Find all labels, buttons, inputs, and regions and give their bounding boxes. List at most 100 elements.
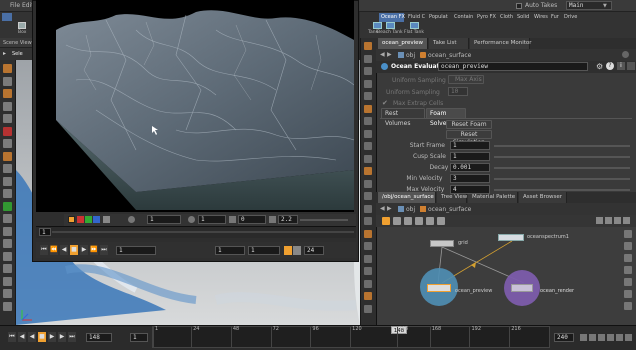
left-tool-19-icon[interactable]	[3, 301, 12, 311]
pane-tab-0[interactable]: ocean_preview	[378, 38, 428, 49]
left-tool-15-icon[interactable]	[3, 251, 12, 261]
left-tool-18-icon[interactable]	[3, 289, 12, 298]
network-tool-0-icon[interactable]	[382, 217, 390, 225]
param-slider-4[interactable]	[494, 189, 630, 191]
flipbook-end-field[interactable]: 24	[304, 246, 324, 255]
zoom-slider[interactable]	[300, 219, 348, 221]
network-view-0-icon[interactable]	[596, 217, 603, 224]
network-side-3-icon[interactable]	[624, 266, 632, 274]
right-tool-8-icon[interactable]	[364, 142, 372, 150]
param-field-0[interactable]: 1	[450, 141, 490, 150]
shelf-tab-4[interactable]: Pyro FX	[475, 13, 497, 22]
shelf-tab-2[interactable]: Populat	[427, 13, 451, 22]
param-field-3[interactable]: 3	[450, 174, 490, 183]
timeline-play-0-icon[interactable]: ⏮	[8, 332, 16, 342]
shelf-tab-8[interactable]: Fur	[549, 13, 561, 22]
grid-node[interactable]	[430, 240, 454, 247]
flipbook-play-field-2[interactable]: 1	[215, 246, 245, 255]
shelf-tool-beach-tank[interactable]: Beach Tank	[377, 22, 403, 36]
timeline-start-field[interactable]: 148	[86, 333, 112, 342]
flipbook-play-2-icon[interactable]: ◀	[60, 245, 68, 255]
right-tool-19-icon[interactable]	[364, 279, 372, 288]
flipbook-play-1-icon[interactable]: ⏪	[50, 245, 58, 255]
right-tool-14-icon[interactable]	[364, 217, 372, 225]
menu-file[interactable]: File	[10, 2, 20, 9]
channel-icon[interactable]	[103, 216, 110, 223]
uniform-sampling2-field[interactable]: 10	[448, 87, 468, 96]
expand-icon[interactable]	[627, 62, 635, 70]
path-node[interactable]: ocean_surface	[428, 52, 471, 59]
ocean-render-node[interactable]	[511, 284, 533, 292]
flipbook-play-field-1[interactable]: 1	[116, 246, 156, 255]
net-forward-icon[interactable]: ▶	[387, 205, 392, 212]
shelf-tab-0[interactable]: Ocean FX	[379, 13, 405, 22]
param-slider-3[interactable]	[494, 178, 630, 180]
subtab-rest-volumes[interactable]: Rest Volumes	[381, 108, 425, 127]
pin-icon[interactable]	[622, 51, 629, 58]
left-tool-2-icon[interactable]	[3, 89, 12, 98]
network-tool-5-icon[interactable]	[437, 217, 445, 225]
left-tool-16-icon[interactable]	[3, 264, 12, 273]
right-tool-6-icon[interactable]	[364, 117, 372, 125]
timeline-play-6-icon[interactable]: ⏭	[68, 332, 76, 342]
reset-foam-button[interactable]: Reset Foam	[446, 120, 492, 129]
left-tool-5-icon[interactable]	[3, 126, 12, 136]
right-tool-11-icon[interactable]	[364, 179, 372, 188]
right-tool-4-icon[interactable]	[364, 92, 372, 100]
color-swatch-blue[interactable]	[93, 216, 100, 223]
box-icon[interactable]	[18, 22, 26, 29]
timeline-end-field[interactable]: 240	[554, 333, 574, 342]
net-back-icon[interactable]: ◀	[380, 205, 385, 212]
right-tool-21-icon[interactable]	[364, 304, 372, 313]
timeline-play-2-icon[interactable]: ◀	[28, 332, 36, 342]
max-axis-button[interactable]: Max Axis	[448, 75, 484, 84]
left-tool-14-icon[interactable]	[3, 239, 12, 248]
param-field-1[interactable]: 1	[450, 152, 490, 161]
flipbook-field-3[interactable]: 0	[238, 215, 266, 224]
network-side-2-icon[interactable]	[624, 254, 632, 262]
left-tool-8-icon[interactable]	[3, 164, 12, 173]
flipbook-play-5-icon[interactable]: ⏩	[90, 245, 98, 255]
network-tool-1-icon[interactable]	[393, 217, 401, 225]
subtab-foam-solver[interactable]: Foam Solver	[426, 108, 466, 127]
timeline-play-3-icon[interactable]: ■	[38, 332, 46, 342]
right-tool-16-icon[interactable]	[364, 242, 372, 250]
network-side-0-icon[interactable]	[624, 230, 632, 238]
flipbook-play-6-icon[interactable]: ⏭	[100, 245, 108, 255]
info-icon[interactable]: i	[617, 62, 625, 70]
menu-arrow-icon[interactable]: ▸	[3, 50, 6, 57]
shelf-tab-5[interactable]: Cloth	[498, 13, 514, 22]
exposure-icon[interactable]	[188, 216, 195, 223]
timeline-play-4-icon[interactable]: ▶	[48, 332, 56, 342]
network-view-2-icon[interactable]	[614, 217, 621, 224]
param-slider-1[interactable]	[494, 156, 630, 158]
right-tool-0-icon[interactable]	[364, 42, 372, 50]
param-slider-2[interactable]	[494, 167, 630, 169]
shelf-tab-1[interactable]: Fluid C	[406, 13, 426, 22]
left-tool-12-icon[interactable]	[3, 214, 12, 223]
network-side-1-icon[interactable]	[624, 242, 632, 250]
left-tool-9-icon[interactable]	[3, 176, 12, 186]
right-tool-20-icon[interactable]	[364, 292, 372, 300]
shelf-tab-6[interactable]: Solid	[515, 13, 531, 22]
network-tool-2-icon[interactable]	[404, 217, 412, 225]
color-swatch-green[interactable]	[85, 216, 92, 223]
timeline-tool-3-icon[interactable]	[607, 334, 614, 341]
flipbook-play-4-icon[interactable]: ▶	[80, 245, 88, 255]
param-field-4[interactable]: 4	[450, 185, 490, 194]
desktop-dropdown-icon[interactable]: ▼	[603, 3, 607, 9]
param-field-2[interactable]: 0.001	[450, 163, 490, 172]
right-tool-10-icon[interactable]	[364, 167, 372, 175]
max-extrap-check-icon[interactable]: ✔	[382, 99, 388, 107]
right-tool-2-icon[interactable]	[364, 67, 372, 75]
auto-takes-checkbox[interactable]	[516, 3, 522, 9]
scene-view-tab[interactable]: Scene View	[3, 40, 32, 46]
ocean-spectrum-node[interactable]	[498, 234, 524, 241]
timeline-tool-4-icon[interactable]	[616, 334, 623, 341]
left-tool-11-icon[interactable]	[3, 201, 12, 211]
reset-simulation-button[interactable]: Reset Simulation	[446, 130, 492, 146]
help-icon[interactable]: ?	[606, 62, 614, 70]
right-tool-3-icon[interactable]	[364, 79, 372, 88]
left-tool-13-icon[interactable]	[3, 226, 12, 236]
color-swatch-orange[interactable]	[68, 216, 75, 223]
